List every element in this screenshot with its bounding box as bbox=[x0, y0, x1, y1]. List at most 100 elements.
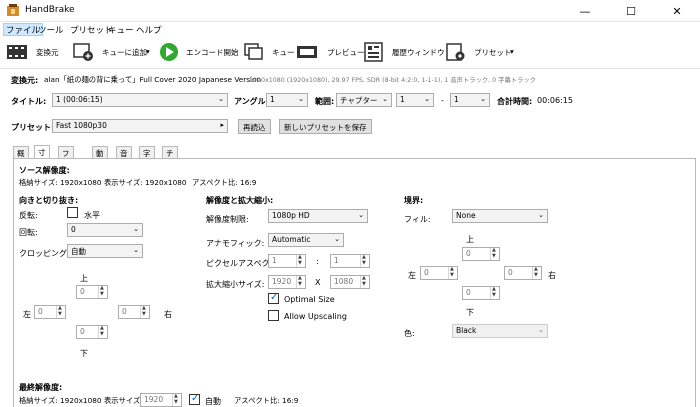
preset-selector[interactable]: Fast 1080p30 ▸ bbox=[52, 119, 228, 133]
rotate-value: 0 bbox=[71, 225, 76, 234]
minimize-button[interactable]: — bbox=[562, 0, 608, 22]
source-name: alan「紙の麺の背に乗って」Full Cover 2020 Japanese … bbox=[44, 75, 262, 84]
queue-icon[interactable] bbox=[243, 42, 265, 62]
presets-gear-icon[interactable] bbox=[445, 42, 467, 62]
flip-horizontal-checkbox[interactable] bbox=[67, 207, 78, 218]
allow-upscaling-checkbox[interactable] bbox=[268, 310, 279, 321]
auto-display-checkbox[interactable] bbox=[189, 393, 200, 405]
final-display-width-spinner[interactable]: 1920 ▲ ▼ bbox=[140, 393, 182, 407]
crop-left-label: 左 bbox=[23, 310, 31, 319]
duration-label: 合計時間: bbox=[497, 97, 533, 106]
range-from-dropdown[interactable]: 1 ⌄ bbox=[396, 93, 434, 107]
border-top-value: 0 bbox=[466, 249, 471, 258]
preview-label[interactable]: プレビュー bbox=[327, 47, 365, 58]
anamorphic-dropdown[interactable]: Automatic ⌄ bbox=[268, 233, 344, 247]
add-to-queue-label[interactable]: キューに追加 bbox=[102, 47, 147, 58]
title-dropdown[interactable]: 1 (00:06:15) ⌄ bbox=[52, 93, 228, 107]
spinner-arrows-icon[interactable]: ▲ ▼ bbox=[98, 325, 107, 338]
border-color-dropdown[interactable]: Black ⌄ bbox=[452, 324, 548, 338]
chevron-down-icon: ⌄ bbox=[298, 95, 304, 103]
play-start-icon[interactable] bbox=[158, 42, 180, 62]
spinner-arrows-icon[interactable]: ▲ ▼ bbox=[296, 275, 305, 288]
chevron-down-icon: ⌄ bbox=[133, 225, 139, 233]
maximize-button[interactable]: ☐ bbox=[608, 0, 654, 22]
close-button[interactable]: ✕ bbox=[654, 0, 700, 22]
scale-width-spinner[interactable]: 1920 ▲ ▼ bbox=[268, 275, 306, 289]
par-colon: : bbox=[316, 257, 319, 266]
crop-right-spinner[interactable]: 0 ▲ ▼ bbox=[118, 305, 150, 319]
film-source-icon[interactable] bbox=[6, 42, 28, 62]
crop-left-value: 0 bbox=[38, 307, 43, 316]
spinner-arrows-icon[interactable]: ▲ ▼ bbox=[296, 254, 305, 267]
source-storage-size: 格納サイズ: 1920x1080 bbox=[19, 178, 102, 187]
toolbar-separator bbox=[0, 68, 700, 69]
angle-value: 1 bbox=[270, 95, 275, 104]
menu-tools[interactable]: ツール bbox=[36, 24, 66, 37]
activity-log-icon[interactable] bbox=[363, 42, 385, 62]
spinner-arrows-icon[interactable]: ▲ ▼ bbox=[490, 286, 499, 299]
optimal-size-label: Optimal Size bbox=[284, 295, 335, 304]
add-to-queue-dropdown-icon[interactable]: ▾ bbox=[146, 47, 150, 56]
spinner-arrows-icon[interactable]: ▲ ▼ bbox=[56, 305, 65, 318]
spinner-arrows-icon[interactable]: ▲ ▼ bbox=[172, 393, 181, 406]
crop-bottom-spinner[interactable]: 0 ▲ ▼ bbox=[76, 325, 108, 339]
chevron-down-icon: ⌄ bbox=[133, 246, 139, 254]
presets-label[interactable]: プリセット bbox=[474, 47, 512, 58]
resolution-scaling-heading: 解像度と拡大縮小: bbox=[206, 196, 274, 205]
allow-upscaling-label: Allow Upscaling bbox=[284, 312, 347, 321]
title-value: 1 (00:06:15) bbox=[56, 95, 103, 104]
spinner-arrows-icon[interactable]: ▲ ▼ bbox=[448, 266, 457, 279]
presets-dropdown-icon[interactable]: ▾ bbox=[510, 47, 514, 56]
handbrake-app-icon bbox=[7, 4, 19, 16]
fill-dropdown[interactable]: None ⌄ bbox=[452, 209, 548, 223]
border-right-spinner[interactable]: 0 ▲ ▼ bbox=[504, 266, 542, 280]
range-type-dropdown[interactable]: チャプター ⌄ bbox=[336, 93, 392, 107]
scale-height-spinner[interactable]: 1080 ▲ ▼ bbox=[330, 275, 370, 289]
border-left-label: 左 bbox=[408, 271, 416, 280]
resolution-limit-dropdown[interactable]: 1080p HD ⌄ bbox=[268, 209, 368, 223]
menu-queue[interactable]: キュー bbox=[106, 24, 136, 37]
spinner-arrows-icon[interactable]: ▲ ▼ bbox=[532, 266, 541, 279]
resolution-limit-value: 1080p HD bbox=[272, 211, 310, 220]
crop-left-spinner[interactable]: 0 ▲ ▼ bbox=[34, 305, 66, 319]
par-x-spinner[interactable]: 1 ▲ ▼ bbox=[268, 254, 306, 268]
final-display-width-value: 1920 bbox=[144, 395, 164, 404]
activity-window-label[interactable]: 履歴ウィンドウ bbox=[392, 47, 445, 58]
crop-top-spinner[interactable]: 0 ▲ ▼ bbox=[76, 285, 108, 299]
range-from-value: 1 bbox=[400, 95, 405, 104]
add-to-queue-icon[interactable] bbox=[72, 42, 94, 62]
save-new-preset-button[interactable]: 新しいプリセットを保存 bbox=[279, 119, 372, 134]
range-dash: - bbox=[441, 96, 444, 105]
optimal-size-checkbox[interactable] bbox=[268, 292, 279, 304]
spinner-arrows-icon[interactable]: ▲ ▼ bbox=[490, 247, 499, 260]
start-encode-label[interactable]: エンコード開始 bbox=[186, 47, 239, 58]
border-top-spinner[interactable]: 0 ▲ ▼ bbox=[462, 247, 500, 261]
spinner-arrows-icon[interactable]: ▲ ▼ bbox=[98, 285, 107, 298]
auto-display-label: 自動 bbox=[205, 397, 221, 406]
angle-dropdown[interactable]: 1 ⌄ bbox=[266, 93, 308, 107]
menu-bar: ファイル ツール プリセット キュー ヘルプ bbox=[0, 22, 700, 38]
spinner-arrows-icon[interactable]: ▲ ▼ bbox=[360, 254, 369, 267]
spinner-arrows-icon[interactable]: ▲ ▼ bbox=[140, 305, 149, 318]
fill-value: None bbox=[456, 211, 476, 220]
source-button-label[interactable]: 変換元 bbox=[36, 47, 59, 58]
cropping-dropdown[interactable]: 自動 ⌄ bbox=[67, 244, 143, 258]
border-color-value: Black bbox=[456, 326, 477, 335]
par-y-spinner[interactable]: 1 ▲ ▼ bbox=[330, 254, 370, 268]
crop-bottom-value: 0 bbox=[80, 327, 85, 336]
tab-dimensions[interactable]: 寸法 bbox=[34, 145, 50, 168]
border-bottom-spinner[interactable]: 0 ▲ ▼ bbox=[462, 286, 500, 300]
flip-horizontal-label: 水平 bbox=[84, 211, 100, 220]
fill-label: フィル: bbox=[404, 215, 431, 224]
chevron-down-icon: ⌄ bbox=[538, 211, 544, 219]
border-left-spinner[interactable]: 0 ▲ ▼ bbox=[420, 266, 458, 280]
range-to-dropdown[interactable]: 1 ⌄ bbox=[450, 93, 490, 107]
preview-film-icon[interactable] bbox=[296, 42, 318, 62]
queue-label[interactable]: キュー bbox=[272, 47, 295, 58]
rotate-dropdown[interactable]: 0 ⌄ bbox=[67, 223, 143, 237]
reload-preset-button[interactable]: 再読込 bbox=[238, 119, 271, 134]
menu-help[interactable]: ヘルプ bbox=[134, 24, 164, 37]
borders-heading: 境界: bbox=[404, 196, 424, 205]
spinner-arrows-icon[interactable]: ▲ ▼ bbox=[360, 275, 369, 288]
scale-size-label: 拡大縮小サイズ: bbox=[206, 280, 265, 289]
